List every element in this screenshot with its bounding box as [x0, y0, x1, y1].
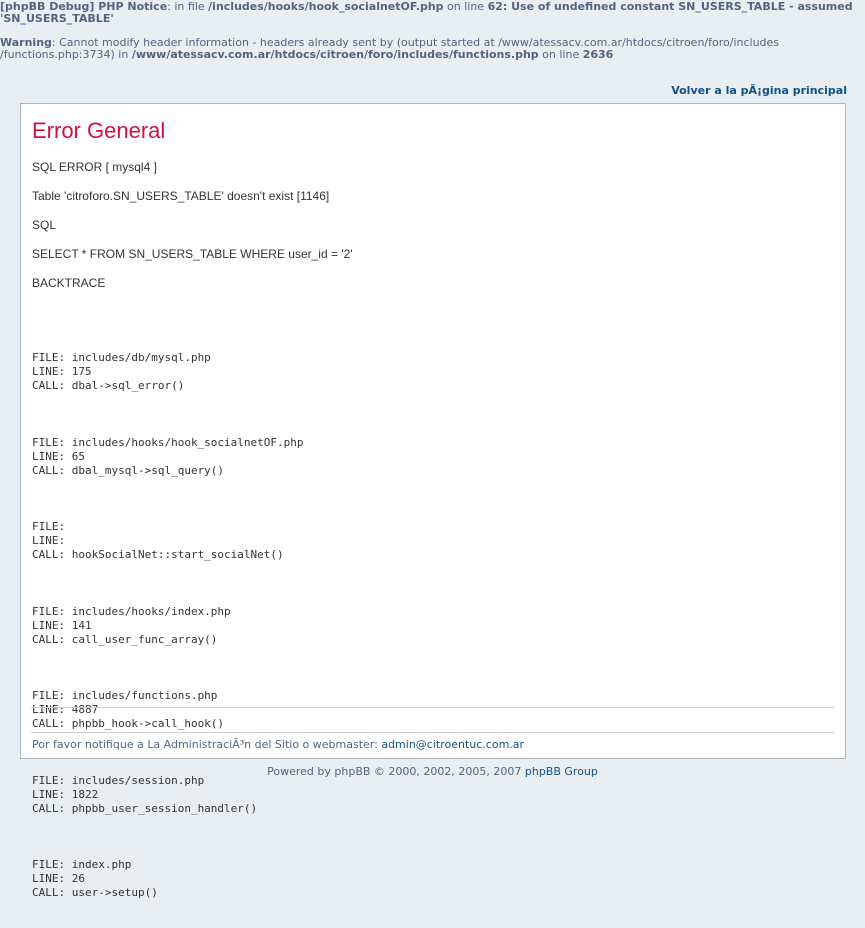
trace-line: LINE: 4887: [32, 703, 99, 717]
notice-file: /includes/hooks/hook_socialnetOF.php: [208, 0, 444, 13]
powered-by: Powered by phpBB © 2000, 2002, 2005, 200…: [0, 765, 865, 778]
trace-call: CALL: phpbb_hook->call_hook(): [32, 717, 225, 731]
trace-file: FILE: includes/functions.php: [32, 689, 218, 703]
backtrace-label: BACKTRACE: [32, 276, 106, 290]
trace-call: CALL: phpbb_user_session_handler(): [32, 801, 258, 815]
trace-file: FILE: index.php: [32, 857, 132, 871]
notify-text: Por favor notifique a La AdministraciÃ³n…: [32, 738, 382, 751]
divider: [31, 707, 835, 708]
backtrace-entry: FILE: includes/session.php LINE: 1822 CALL…: [32, 774, 304, 816]
notice-line: 62: [487, 0, 503, 13]
backtrace-entry: FILE: includes/functions.php LINE: 4887 CA…: [32, 689, 304, 731]
phpbb-group-link[interactable]: phpBB Group: [525, 765, 598, 778]
php-warning: Warning: Cannot modify header informatio…: [0, 37, 860, 61]
backtrace-entry: FILE: LINE: CALL: hookSocialNet::start_soc…: [32, 520, 304, 562]
trace-call: CALL: user->setup(): [32, 886, 158, 900]
trace-line: LINE: 26: [32, 872, 85, 886]
error-panel: Error General SQL ERROR [ mysql4 ] Table…: [20, 103, 846, 899]
trace-line: LINE:: [32, 534, 66, 548]
sql-label: SQL: [32, 218, 57, 232]
trace-file: FILE: includes/db/mysql.php: [32, 351, 211, 365]
table-error-message: Table 'citroforo.SN_USERS_TABLE' doesn't…: [32, 189, 330, 203]
divider: [31, 732, 835, 733]
warning-line: 2636: [582, 48, 614, 61]
trace-file: FILE: includes/hooks/index.php: [32, 604, 231, 618]
backtrace-entry: FILE: includes/hooks/hook_socialnetOF.ph…: [32, 436, 304, 478]
trace-line: LINE: 65: [32, 449, 85, 463]
sql-error-heading: SQL ERROR [ mysql4 ]: [32, 160, 157, 174]
powered-text: Powered by phpBB © 2000, 2002, 2005, 200…: [267, 765, 525, 778]
trace-call: CALL: hookSocialNet::start_socialNet(): [32, 548, 284, 562]
trace-call: CALL: call_user_func_array(): [32, 632, 218, 646]
warning-text: on line: [538, 48, 583, 61]
page-title: Error General: [32, 118, 166, 143]
home-link[interactable]: Volver a la pÃ¡gina principal: [671, 84, 847, 97]
trace-line: LINE: 1822: [32, 787, 99, 801]
webmaster-email-link[interactable]: admin@citroentuc.com.ar: [381, 738, 524, 751]
backtrace-entry: FILE: includes/db/mysql.php LINE: 175 CALL…: [32, 351, 304, 393]
trace-file: FILE:: [32, 520, 66, 534]
trace-file: FILE: includes/hooks/hook_socialnetOF.ph…: [32, 435, 304, 449]
warning-file: /www/atessacv.com.ar/htdocs/citroen/foro…: [131, 48, 539, 61]
notice-text: on line: [443, 0, 488, 13]
notify-message: Por favor notifique a La AdministraciÃ³n…: [32, 738, 524, 751]
sql-query: SELECT * FROM SN_USERS_TABLE WHERE user_…: [32, 247, 353, 261]
trace-line: LINE: 175: [32, 365, 92, 379]
notice-text: : in file: [167, 0, 209, 13]
backtrace-list: FILE: includes/db/mysql.php LINE: 175 CALL…: [32, 323, 304, 928]
backtrace-entry: FILE: index.php LINE: 26 CALL: user->setup…: [32, 858, 304, 900]
trace-call: CALL: dbal_mysql->sql_query(): [32, 463, 225, 477]
trace-call: CALL: dbal->sql_error(): [32, 379, 185, 393]
php-notice: [phpBB Debug] PHP Notice: in file /inclu…: [0, 1, 860, 25]
trace-line: LINE: 141: [32, 618, 92, 632]
backtrace-entry: FILE: includes/hooks/index.php LINE: 141 C…: [32, 605, 304, 647]
